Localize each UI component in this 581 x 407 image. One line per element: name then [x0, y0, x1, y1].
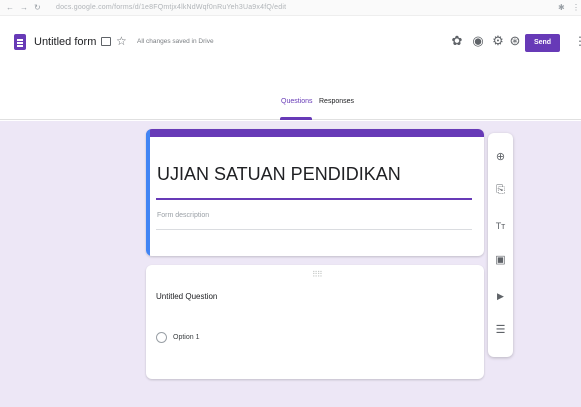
- heading-underline: [156, 198, 472, 200]
- drag-handle-icon[interactable]: ⠿⠿: [312, 271, 323, 279]
- add-video-icon[interactable]: ▶: [488, 289, 513, 303]
- send-button[interactable]: Send: [525, 34, 560, 52]
- browser-bar: ← → ↻ docs.google.com/forms/d/1e8FQmtjx4…: [0, 0, 581, 16]
- radio-option-icon: [156, 332, 167, 343]
- star-icon[interactable]: ☆: [116, 33, 127, 49]
- active-tab-indicator: [280, 117, 312, 120]
- settings-icon[interactable]: ⚙: [490, 33, 506, 49]
- reload-icon[interactable]: ↻: [34, 3, 41, 13]
- question-card[interactable]: ⠿⠿ Untitled Question Option 1: [146, 265, 484, 379]
- form-title[interactable]: Untitled form: [34, 34, 96, 50]
- option-label[interactable]: Option 1: [173, 332, 199, 343]
- forward-icon[interactable]: →: [20, 3, 28, 13]
- save-status: All changes saved in Drive: [137, 38, 214, 45]
- add-question-icon[interactable]: ⊕: [488, 150, 513, 164]
- extension-icon[interactable]: ✱: [558, 3, 565, 13]
- folder-icon[interactable]: [101, 37, 111, 46]
- form-description-input[interactable]: Form description: [157, 211, 209, 221]
- add-title-icon[interactable]: Tт: [488, 219, 513, 233]
- accent-band: [146, 129, 484, 137]
- tab-questions[interactable]: Questions: [281, 97, 313, 107]
- address-bar[interactable]: docs.google.com/forms/d/1e8FQmtjx4lkNdWq…: [56, 3, 286, 13]
- addon-icon[interactable]: ⊛: [507, 33, 523, 49]
- focus-indicator: [146, 129, 150, 256]
- browser-menu-icon[interactable]: ⋮: [572, 3, 580, 13]
- more-icon[interactable]: ⋮: [574, 33, 581, 49]
- palette-icon[interactable]: ✿: [449, 33, 465, 49]
- preview-icon[interactable]: ◉: [470, 33, 486, 49]
- add-image-icon[interactable]: ▣: [488, 253, 513, 267]
- tab-responses[interactable]: Responses: [319, 97, 354, 107]
- add-section-icon[interactable]: ☰: [488, 323, 513, 337]
- form-heading-input[interactable]: UJIAN SATUAN PENDIDIKAN: [157, 162, 401, 186]
- import-questions-icon[interactable]: ⎘: [488, 183, 513, 197]
- back-icon[interactable]: ←: [6, 3, 14, 13]
- question-title[interactable]: Untitled Question: [156, 291, 217, 303]
- form-title-card[interactable]: UJIAN SATUAN PENDIDIKAN Form description: [146, 129, 484, 256]
- question-toolbar: ⊕ ⎘ Tт ▣ ▶ ☰: [488, 133, 513, 357]
- description-underline: [156, 229, 472, 230]
- forms-logo-icon[interactable]: [14, 34, 26, 50]
